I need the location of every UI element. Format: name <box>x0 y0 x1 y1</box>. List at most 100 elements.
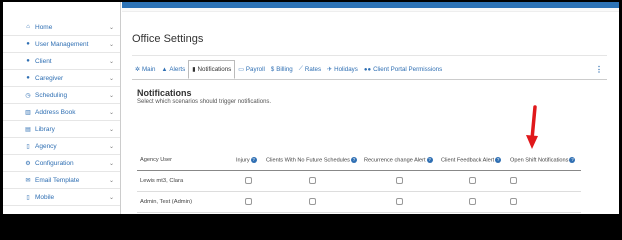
sidebar-item-email-template[interactable]: ✉ Email Template ⌄ <box>3 172 120 189</box>
red-arrow-annotation <box>526 105 538 149</box>
sidebar-item-library[interactable]: ▤ Library ⌄ <box>3 121 120 138</box>
open-shift-checkbox[interactable] <box>510 197 517 205</box>
help-icon[interactable]: ? <box>426 157 433 163</box>
recurrence-change-checkbox[interactable] <box>396 176 403 184</box>
no-future-schedules-checkbox[interactable] <box>308 197 316 205</box>
section-title: Notifications <box>137 88 192 98</box>
column-header-injury: Injury? <box>233 151 263 171</box>
sidebar-item-label: Configuration <box>35 159 74 167</box>
client-feedback-checkbox[interactable] <box>469 176 476 184</box>
table-row: Admin, Test (Admin) <box>137 191 581 213</box>
table-header-row: Agency User Injury? Clients With No Futu… <box>137 151 581 171</box>
sidebar-item-label: Caregiver <box>35 74 64 82</box>
main-content: Office Settings ✲ Main ▲ Alerts ▮ Notifi… <box>122 12 619 214</box>
sidebar-item-label: Scheduling <box>35 91 68 99</box>
tab-alerts[interactable]: ▲ Alerts <box>158 60 188 79</box>
user-icon: ● <box>26 58 30 64</box>
table-row: Lewis mt3, Clara <box>137 170 581 192</box>
tab-notifications[interactable]: ▮ Notifications <box>188 60 236 79</box>
column-header-agency-user: Agency User <box>137 151 233 171</box>
column-header-open-shift: Open Shift Notifications? <box>507 151 581 171</box>
chevron-down-icon: ⌄ <box>108 177 114 184</box>
sidebar-item-address-book[interactable]: ▥ Address Book ⌄ <box>3 104 120 121</box>
chevron-down-icon: ⌄ <box>108 24 114 31</box>
tab-label: Alerts <box>169 66 186 73</box>
chevron-down-icon: ⌄ <box>108 75 114 82</box>
divider <box>132 55 607 56</box>
tab-payroll[interactable]: ▭ Payroll <box>235 60 268 79</box>
chevron-down-icon: ⌄ <box>108 194 114 201</box>
library-icon: ▤ <box>25 126 31 133</box>
sidebar-item-label: Address Book <box>35 108 76 116</box>
user-icon: ● <box>26 41 30 47</box>
help-icon[interactable]: ? <box>250 157 257 163</box>
sidebar-item-caregiver[interactable]: ● Caregiver ⌄ <box>3 70 120 87</box>
sidebar-nav: ⌂ Home ⌄ ● User Management ⌄ ● Client ⌄ … <box>3 19 120 206</box>
page-title: Office Settings <box>132 33 204 45</box>
tab-label: Holidays <box>334 66 358 73</box>
help-icon[interactable]: ? <box>495 157 502 163</box>
gear-icon: ✲ <box>135 67 141 73</box>
sidebar-item-configuration[interactable]: ⚙ Configuration ⌄ <box>3 155 120 172</box>
tab-holidays[interactable]: ✈ Holidays <box>324 60 361 79</box>
agency-user-name: Admin, Test (Admin) <box>137 191 233 213</box>
tab-label: Rates <box>304 66 322 73</box>
chevron-down-icon: ⌄ <box>108 92 114 99</box>
sidebar-item-client[interactable]: ● Client ⌄ <box>3 53 120 70</box>
column-header-recurrence-change: Recurrence change Alert? <box>361 151 438 171</box>
home-icon: ⌂ <box>26 24 30 30</box>
tabs-divider <box>132 79 607 80</box>
help-icon[interactable]: ? <box>350 157 357 163</box>
user-icon: ● <box>26 75 30 81</box>
document-icon: ▯ <box>26 143 30 150</box>
injury-checkbox[interactable] <box>244 176 252 184</box>
tab-label: Main <box>142 66 156 73</box>
help-icon[interactable]: ? <box>569 157 576 163</box>
sidebar-item-label: Email Template <box>35 176 80 184</box>
tab-billing[interactable]: $ Billing <box>268 60 296 79</box>
sidebar-item-agency[interactable]: ▯ Agency ⌄ <box>3 138 120 155</box>
payroll-icon: ▭ <box>238 67 244 73</box>
book-icon: ▥ <box>25 109 31 116</box>
settings-tabs: ✲ Main ▲ Alerts ▮ Notifications ▭ Payrol… <box>132 60 445 79</box>
tab-rates[interactable]: ⟋ Rates <box>296 60 324 79</box>
sidebar-item-label: User Management <box>35 40 89 48</box>
tab-main[interactable]: ✲ Main <box>132 60 158 79</box>
chevron-down-icon: ⌄ <box>108 58 114 65</box>
sidebar-item-label: Client <box>35 57 52 65</box>
tab-label: Notifications <box>197 66 232 73</box>
bell-icon: ▲ <box>161 66 168 73</box>
chevron-down-icon: ⌄ <box>108 109 114 116</box>
chevron-down-icon: ⌄ <box>108 160 114 167</box>
sidebar-item-user-management[interactable]: ● User Management ⌄ <box>3 36 120 53</box>
tab-label: Payroll <box>245 66 265 73</box>
envelope-icon: ✉ <box>25 177 31 184</box>
more-options-icon[interactable]: ⋮ <box>595 65 603 74</box>
sidebar-item-label: Mobile <box>35 193 55 201</box>
sidebar-header <box>3 2 120 19</box>
client-feedback-checkbox[interactable] <box>469 197 476 205</box>
app-window: ⌂ Home ⌄ ● User Management ⌄ ● Client ⌄ … <box>3 2 619 214</box>
plane-icon: ✈ <box>327 67 333 73</box>
dollar-icon: $ <box>270 66 275 73</box>
open-shift-checkbox[interactable] <box>510 176 517 184</box>
sidebar-item-scheduling[interactable]: ◷ Scheduling ⌄ <box>3 87 120 104</box>
gears-icon: ⚙ <box>25 160 31 167</box>
tab-client-portal-permissions[interactable]: ●● Client Portal Permissions <box>361 60 445 79</box>
chevron-down-icon: ⌄ <box>108 126 114 133</box>
chart-icon: ⟋ <box>298 66 303 72</box>
users-icon: ●● <box>363 66 372 73</box>
column-header-no-future-schedules: Clients With No Future Schedules? <box>263 151 361 171</box>
sidebar-item-mobile[interactable]: ▯ Mobile ⌄ <box>3 189 120 206</box>
chevron-down-icon: ⌄ <box>108 143 114 150</box>
sidebar-item-label: Home <box>35 23 53 31</box>
recurrence-change-checkbox[interactable] <box>396 197 403 205</box>
chevron-down-icon: ⌄ <box>108 41 114 48</box>
clock-icon: ◷ <box>25 92 31 99</box>
injury-checkbox[interactable] <box>244 197 252 205</box>
column-header-client-feedback: Client Feedback Alert? <box>438 151 507 171</box>
no-future-schedules-checkbox[interactable] <box>308 176 316 184</box>
sidebar-item-home[interactable]: ⌂ Home ⌄ <box>3 19 120 36</box>
tab-label: Billing <box>276 66 293 73</box>
agency-user-name: Lewis mt3, Clara <box>137 170 233 192</box>
